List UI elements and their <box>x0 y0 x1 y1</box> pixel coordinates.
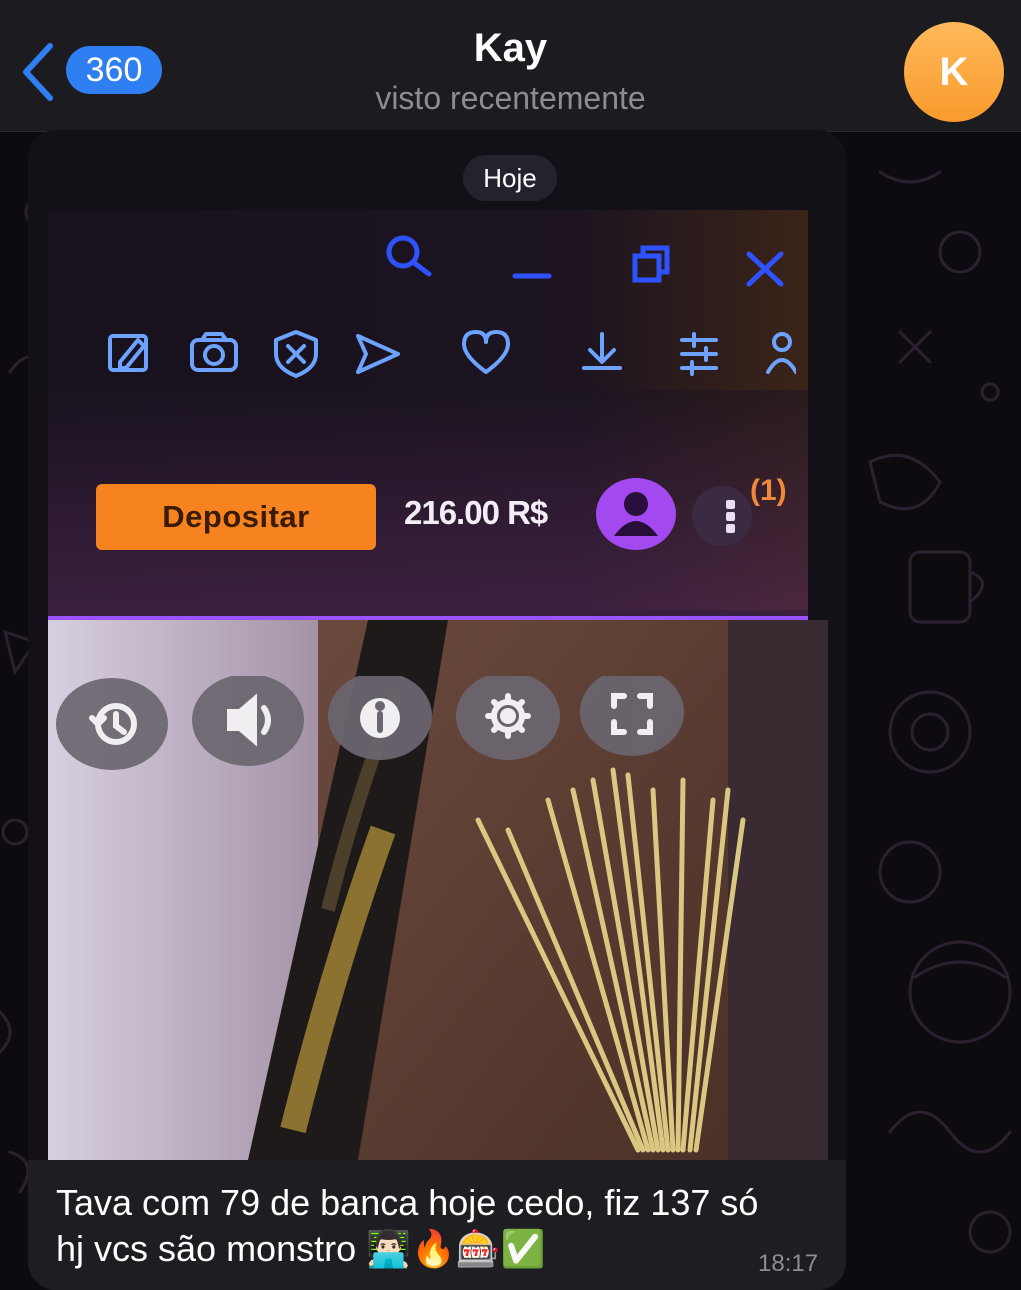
date-separator: Hoje <box>463 155 557 201</box>
contact-avatar[interactable]: K <box>904 22 1004 122</box>
close-icon[interactable] <box>746 251 784 287</box>
camera-icon[interactable] <box>190 332 238 372</box>
deposit-button[interactable]: Depositar <box>96 484 376 550</box>
more-vertical-icon <box>726 500 735 533</box>
balance-amount: 216.00 R$ <box>404 494 548 531</box>
caption-line-1: Tava com 79 de banca hoje cedo, fiz 137 … <box>56 1182 759 1223</box>
caption-line-2: hj vcs são monstro 👨🏻‍💻🔥🎰✅ <box>56 1228 546 1269</box>
heart-icon[interactable] <box>462 330 510 374</box>
message-time: 18:17 <box>758 1250 819 1277</box>
action-toolbar <box>108 330 796 378</box>
sliders-icon[interactable] <box>680 332 718 376</box>
edit-icon[interactable] <box>108 334 148 372</box>
window-toolbar <box>386 235 784 287</box>
user-icon[interactable] <box>766 332 796 374</box>
more-menu-button[interactable] <box>692 486 752 546</box>
download-icon[interactable] <box>582 332 622 370</box>
info-icon[interactable] <box>360 698 400 738</box>
notification-badge: (1) <box>750 474 787 507</box>
game-controls <box>56 676 684 770</box>
chat-status: visto recentemente <box>375 80 646 116</box>
message-photo[interactable]: Depositar 216.00 R$ (1) <box>28 130 846 1160</box>
message-bubble[interactable]: Depositar 216.00 R$ (1) Tava com 79 de b… <box>28 130 846 1290</box>
settings-icon[interactable] <box>485 693 531 739</box>
send-icon[interactable] <box>356 334 400 374</box>
shield-x-icon[interactable] <box>274 330 318 378</box>
chat-title[interactable]: Kay <box>0 26 1021 71</box>
message-caption: Tava com 79 de banca hoje cedo, fiz 137 … <box>56 1180 826 1272</box>
profile-button[interactable] <box>594 476 678 552</box>
search-icon[interactable] <box>386 235 432 277</box>
restore-icon[interactable] <box>632 245 670 283</box>
chat-header: 360 Kay visto recentemente K <box>0 0 1021 132</box>
